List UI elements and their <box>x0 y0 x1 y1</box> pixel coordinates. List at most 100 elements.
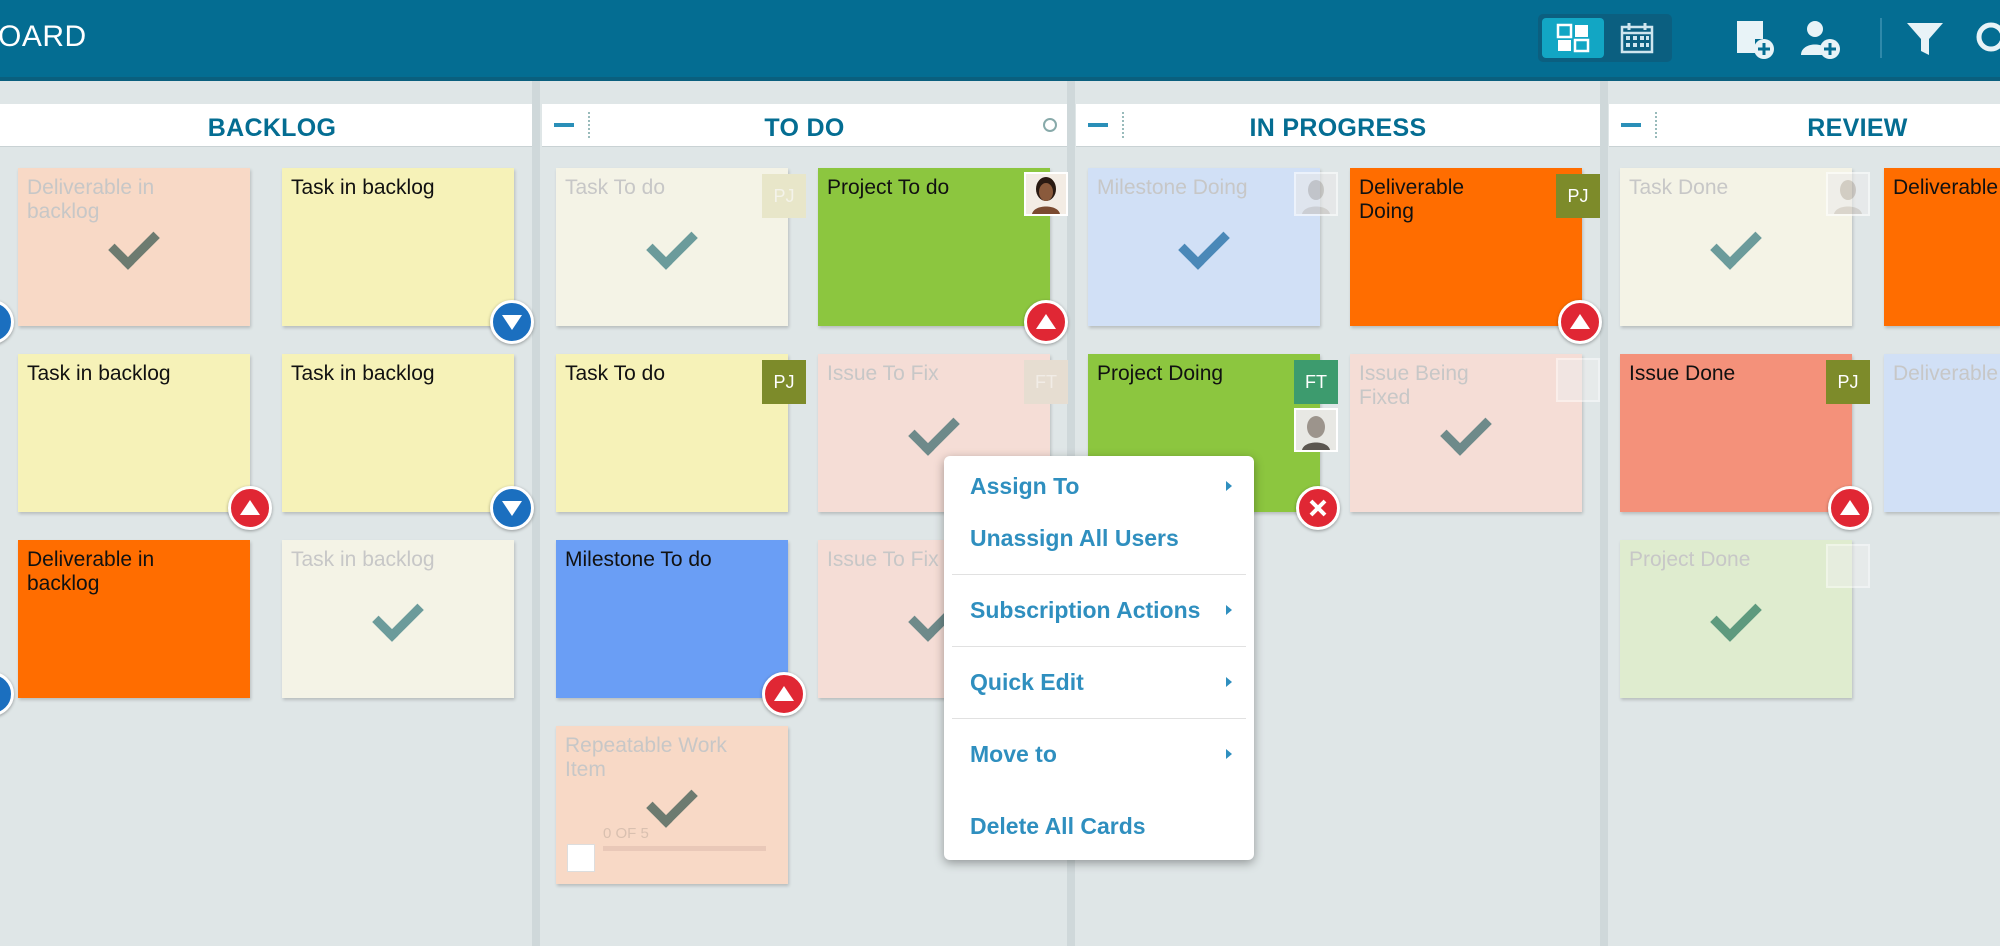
column-divider <box>1600 81 1608 946</box>
card-task[interactable]: Task in backlog <box>282 168 514 326</box>
menu-item-quick-edit[interactable]: Quick Edit <box>970 669 1238 696</box>
priority-up-icon[interactable] <box>1024 300 1068 344</box>
card-deliverable[interactable]: Deliverable in backlog <box>18 540 250 698</box>
assignee-badge[interactable]: FT <box>1294 360 1338 404</box>
priority-up-icon[interactable] <box>228 486 272 530</box>
done-check-icon <box>1710 590 1762 642</box>
card-title: Repeatable Work Item <box>565 734 727 781</box>
card-issue[interactable]: Issue Being Fixed <box>1350 354 1600 512</box>
priority-up-icon[interactable] <box>762 672 806 716</box>
submenu-arrow-icon <box>1226 481 1232 491</box>
done-check-icon <box>646 218 698 270</box>
filter-icon <box>1907 23 1943 55</box>
assignee-badge[interactable]: PJ <box>1556 174 1600 218</box>
card-task[interactable]: Task in backlog <box>18 354 250 512</box>
priority-down-icon[interactable] <box>490 300 534 344</box>
card-title: Project Doing <box>1097 362 1224 385</box>
card-title: Project Done <box>1629 548 1751 571</box>
column-header-review: REVIEW <box>1609 104 2000 147</box>
avatar[interactable] <box>1826 544 1870 588</box>
menu-item-label: Unassign All Users <box>970 525 1179 551</box>
card-milestone[interactable]: Milestone Doing <box>1088 168 1338 326</box>
card-title: Deliverable in backlog <box>27 176 155 223</box>
assignee-badge[interactable]: PJ <box>762 174 806 218</box>
avatar[interactable] <box>1556 358 1600 402</box>
column-title: REVIEW <box>1807 114 1908 142</box>
card-title: Issue Done <box>1629 362 1736 385</box>
card-task[interactable]: Task Done <box>1620 168 1870 326</box>
card-project[interactable]: Project To do <box>818 168 1068 326</box>
card-task[interactable]: Task in backlog <box>282 540 514 698</box>
done-check-icon <box>372 590 424 642</box>
avatar[interactable] <box>1294 408 1338 452</box>
add-user-button[interactable] <box>1796 14 1846 64</box>
assignee-badge[interactable]: FT <box>1024 360 1068 404</box>
card-deliverable[interactable]: Deliverable <box>1884 168 2000 326</box>
column-title: BACKLOG <box>207 114 337 142</box>
priority-up-icon[interactable] <box>1558 300 1602 344</box>
card-deliverable[interactable]: Deliverable <box>1884 354 2000 512</box>
card-title: Task in backlog <box>291 362 435 385</box>
board-title: OARD <box>0 20 87 53</box>
card-title: Deliverable in backlog <box>27 548 155 595</box>
card-task[interactable]: Task To do PJ <box>556 168 806 326</box>
repeat-checkbox[interactable] <box>567 844 595 872</box>
menu-separator <box>952 646 1246 647</box>
avatar[interactable] <box>1826 172 1870 216</box>
assignee-badge[interactable]: PJ <box>1826 360 1870 404</box>
priority-up-icon[interactable] <box>1828 486 1872 530</box>
menu-separator <box>952 574 1246 575</box>
card-deliverable[interactable]: Deliverable Doing PJ <box>1350 168 1600 326</box>
repeat-progress-bar <box>603 846 766 851</box>
search-button[interactable] <box>1968 14 2000 64</box>
view-toggle <box>1538 14 1672 62</box>
menu-item-delete-all-cards[interactable]: Delete All Cards <box>970 813 1238 840</box>
card-title: Deliverable <box>1893 362 1999 385</box>
card-project[interactable]: Project Done <box>1620 540 1870 698</box>
top-bar-shadow <box>0 77 2000 81</box>
card-milestone[interactable]: Milestone To do <box>556 540 788 698</box>
card-task[interactable]: Task in backlog <box>282 354 514 512</box>
card-issue[interactable]: Issue Done PJ <box>1620 354 1870 512</box>
card-title: Deliverable <box>1893 176 1999 199</box>
card-repeatable-work-item[interactable]: Repeatable Work Item 0 OF 5 <box>556 726 788 884</box>
avatar[interactable] <box>1024 172 1068 216</box>
menu-item-label: Quick Edit <box>970 669 1084 695</box>
board-view-icon <box>1556 23 1590 53</box>
context-menu: Assign To Unassign All Users Subscriptio… <box>944 456 1254 860</box>
done-check-icon <box>646 776 698 828</box>
priority-down-icon[interactable] <box>490 486 534 530</box>
column-title: TO DO <box>764 114 845 142</box>
avatar[interactable] <box>1294 172 1338 216</box>
card-title: Task To do <box>565 176 666 199</box>
priority-down-icon[interactable] <box>0 672 14 716</box>
calendar-view-button[interactable] <box>1606 18 1668 58</box>
filter-button[interactable] <box>1900 14 1950 64</box>
card-deliverable[interactable]: Deliverable in backlog <box>18 168 250 326</box>
card-title: Milestone Doing <box>1097 176 1248 199</box>
column-header-in-progress: IN PROGRESS <box>1076 104 1600 147</box>
column-header-backlog: BACKLOG <box>0 104 532 147</box>
card-task[interactable]: Task To do PJ <box>556 354 806 512</box>
blocked-icon[interactable] <box>1296 486 1340 530</box>
card-title: Task in backlog <box>27 362 171 385</box>
assignee-badge[interactable]: PJ <box>762 360 806 404</box>
priority-down-icon[interactable] <box>0 300 14 344</box>
collapse-column-button[interactable] <box>1621 123 1641 127</box>
menu-item-assign-to[interactable]: Assign To <box>970 473 1238 500</box>
menu-item-subscription-actions[interactable]: Subscription Actions <box>970 597 1238 624</box>
menu-item-label: Subscription Actions <box>970 597 1201 623</box>
menu-item-unassign-all-users[interactable]: Unassign All Users <box>970 525 1238 552</box>
toolbar-separator <box>1880 18 1882 58</box>
submenu-arrow-icon <box>1226 677 1232 687</box>
submenu-arrow-icon <box>1226 749 1232 759</box>
menu-item-move-to[interactable]: Move to <box>970 741 1238 768</box>
column-title: IN PROGRESS <box>1249 114 1427 142</box>
done-check-icon <box>1710 218 1762 270</box>
menu-item-label: Move to <box>970 741 1057 767</box>
done-check-icon <box>1440 404 1492 456</box>
column-status-circle[interactable] <box>1043 118 1057 132</box>
board-view-button[interactable] <box>1542 18 1604 58</box>
add-card-button[interactable] <box>1730 14 1780 64</box>
done-check-icon <box>908 404 960 456</box>
